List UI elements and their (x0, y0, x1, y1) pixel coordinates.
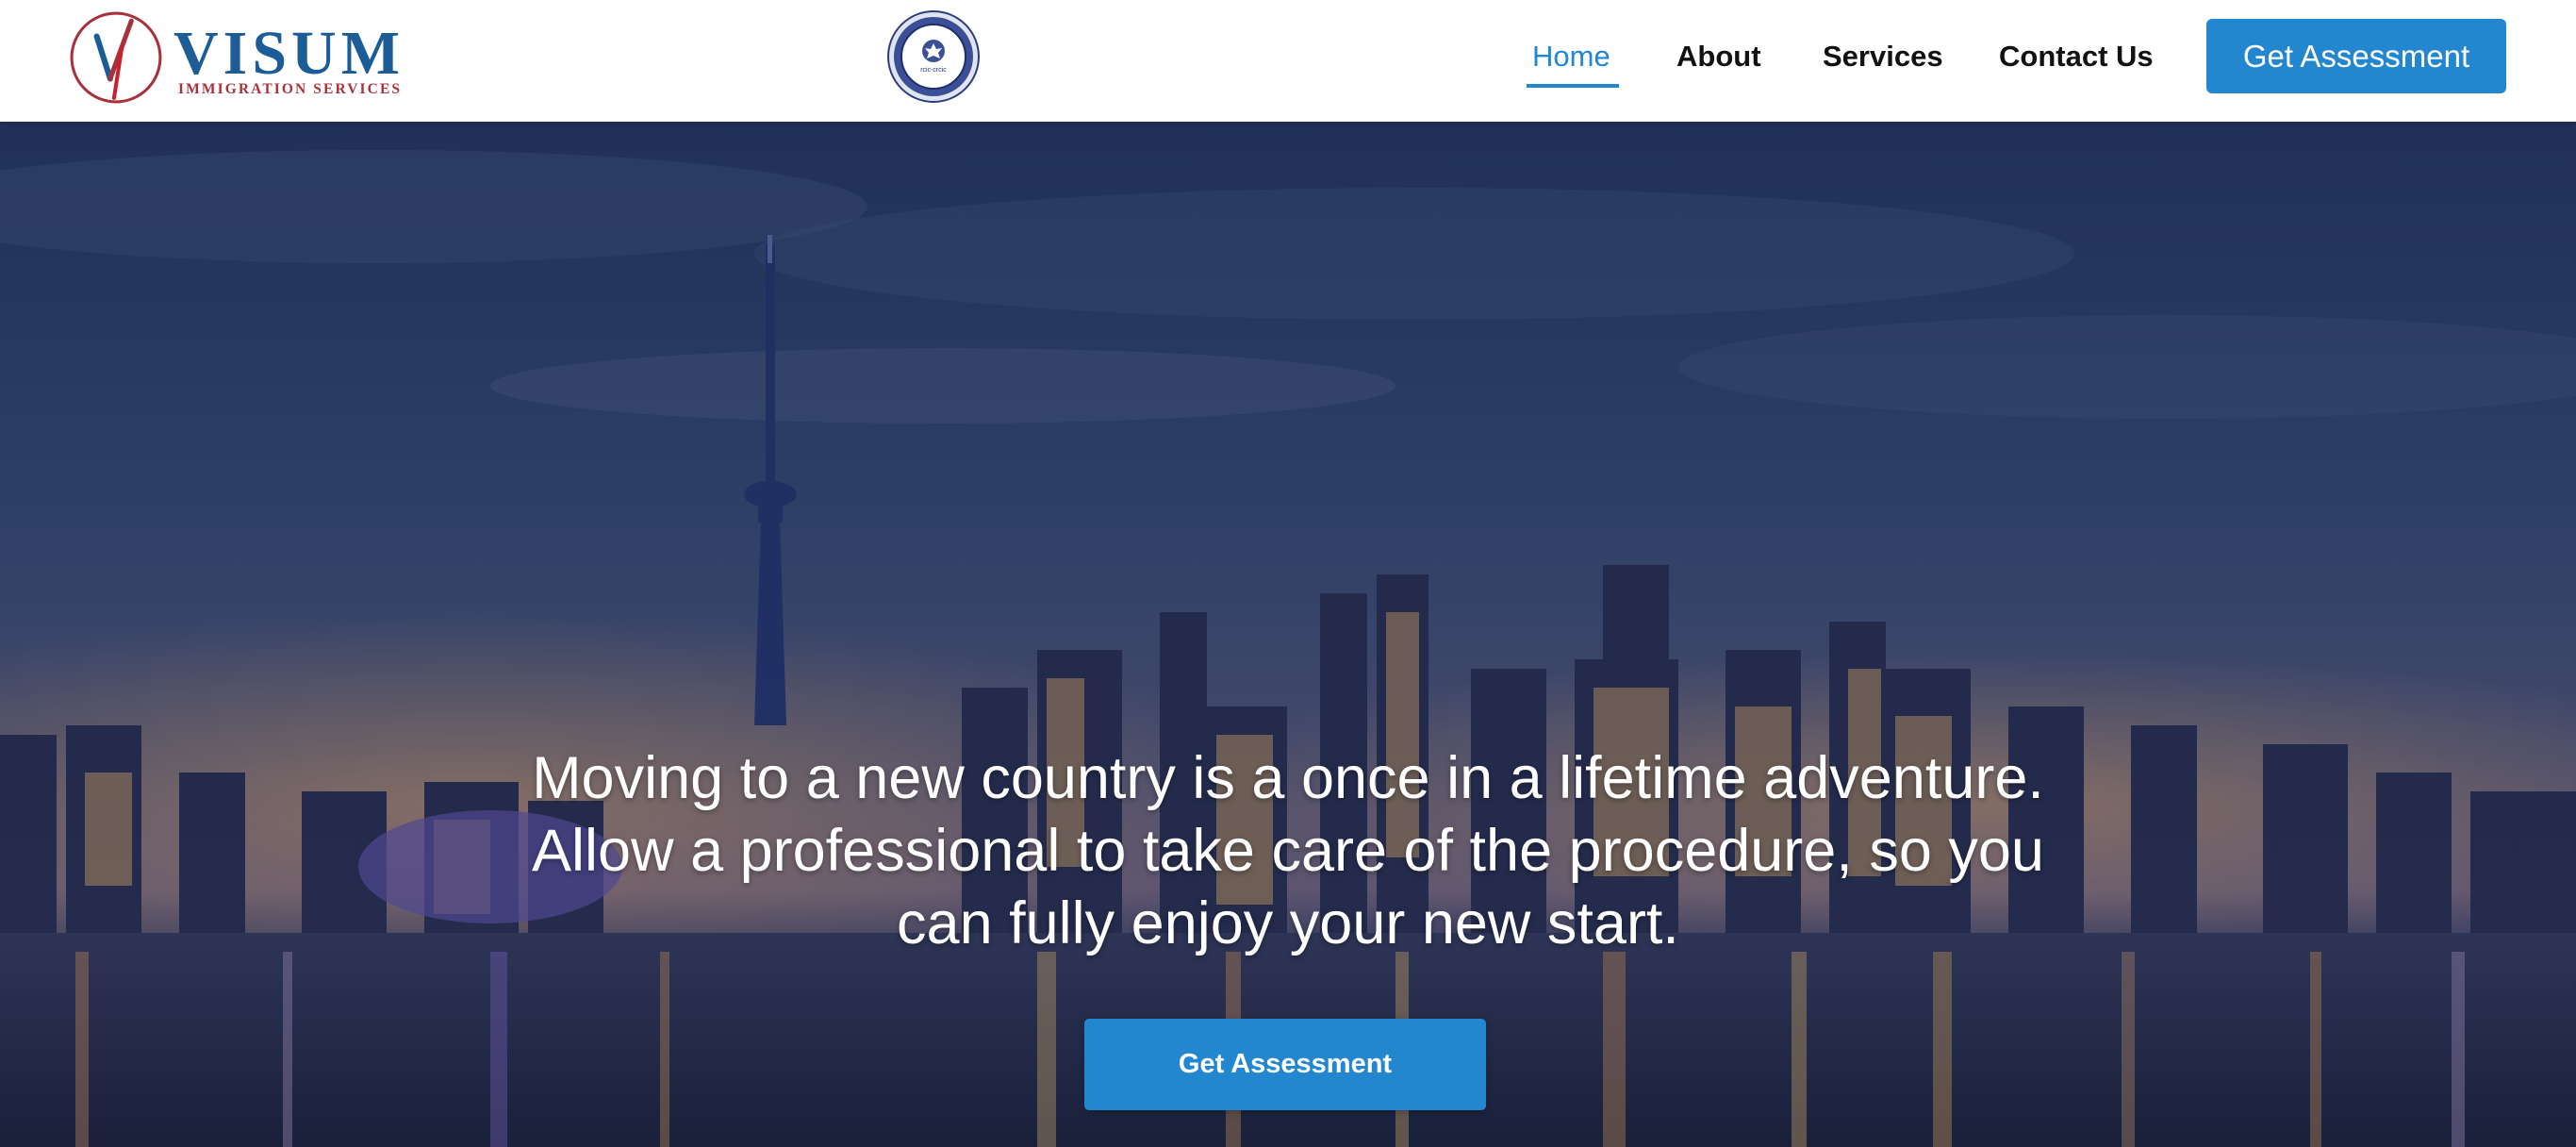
city-skyline-background (0, 122, 2576, 1147)
get-assessment-hero-button[interactable]: Get Assessment (1084, 1019, 1486, 1110)
hero-section: Moving to a new country is a once in a l… (0, 122, 2576, 1147)
get-assessment-header-button[interactable]: Get Assessment (2206, 19, 2506, 93)
site-header: VISUM IMMIGRATION SERVICES rcic-crcic Ho… (0, 0, 2576, 122)
rcic-seal-icon: rcic-crcic (887, 10, 980, 103)
nav-active-indicator (1527, 84, 1619, 88)
brand-tagline: IMMIGRATION SERVICES (178, 81, 403, 97)
visum-logo-icon (70, 11, 162, 104)
nav-contact-link[interactable]: Contact Us (1999, 38, 2154, 75)
nav-home-link[interactable]: Home (1532, 38, 1610, 75)
nav-about-link[interactable]: About (1676, 38, 1761, 75)
seal-text: rcic-crcic (920, 67, 947, 74)
nav-services-link[interactable]: Services (1823, 38, 1943, 75)
hero-headline: Moving to a new country is a once in a l… (532, 745, 2044, 956)
brand-name: VISUM (173, 19, 405, 88)
